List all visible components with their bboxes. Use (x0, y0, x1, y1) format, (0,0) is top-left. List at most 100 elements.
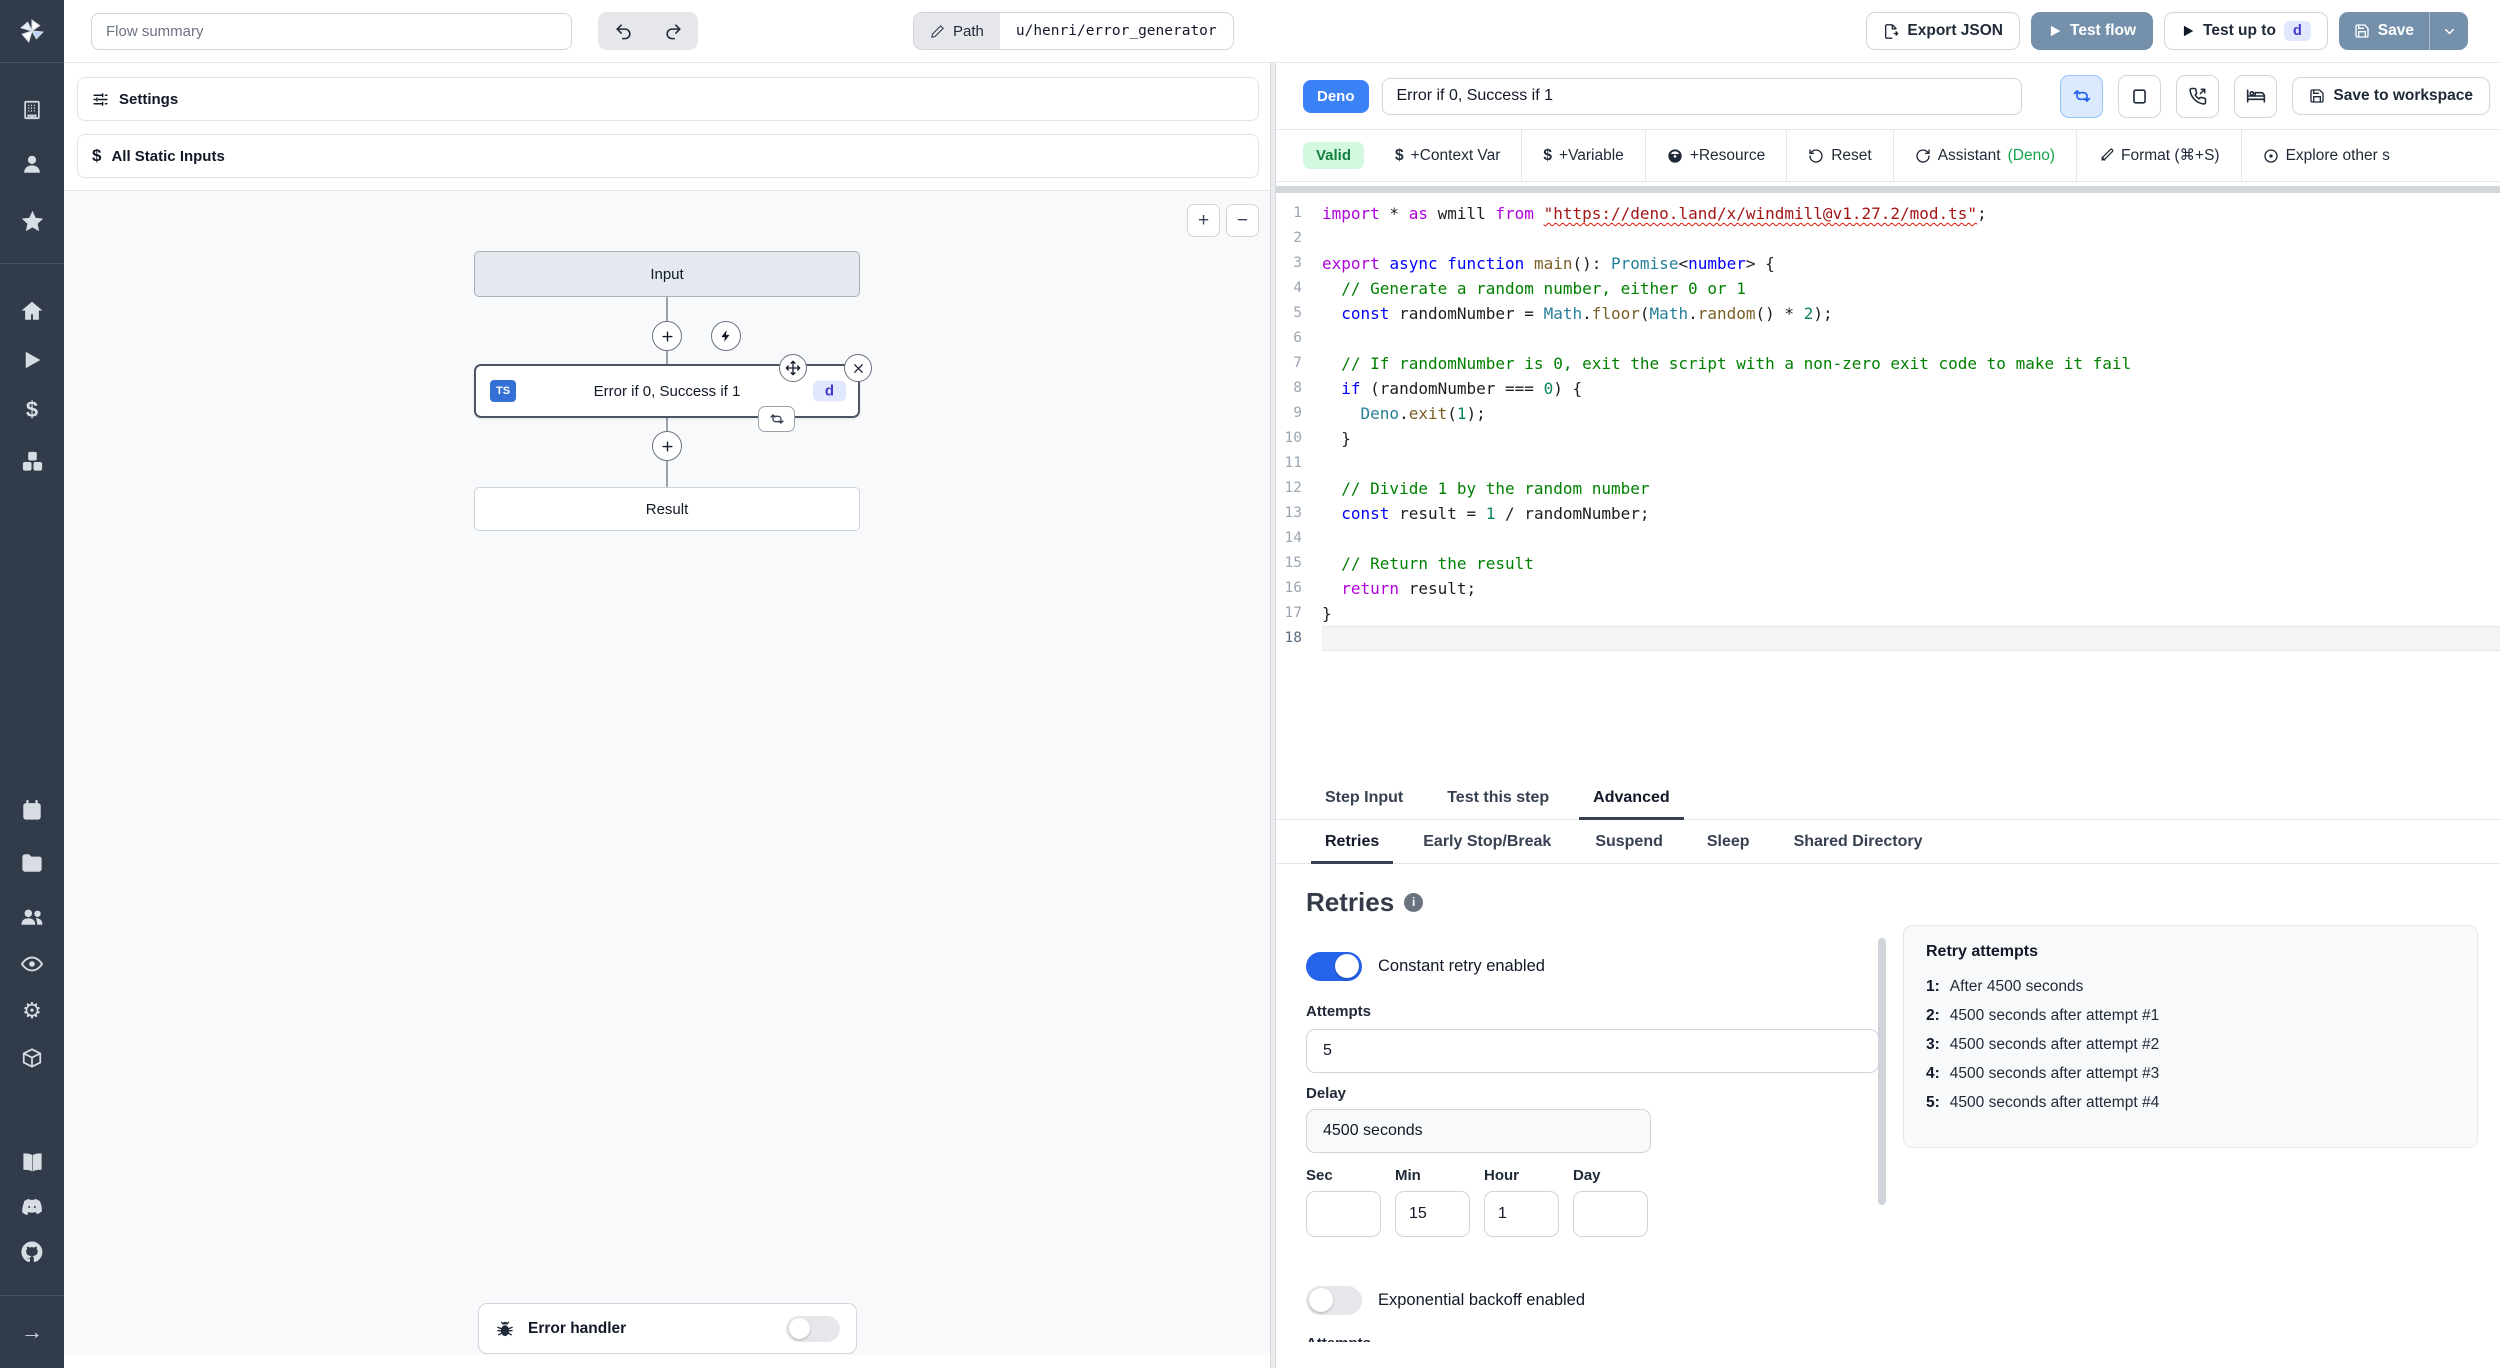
all-static-inputs-bar[interactable]: $ All Static Inputs (77, 134, 1259, 178)
code-line[interactable]: 11 (1276, 451, 2500, 476)
windmill-logo[interactable] (0, 11, 64, 51)
star-icon[interactable] (0, 201, 64, 241)
github-icon[interactable] (0, 1232, 64, 1272)
sidebar-divider (0, 62, 64, 63)
min-input[interactable] (1395, 1191, 1470, 1237)
code-line[interactable]: 17} (1276, 601, 2500, 626)
step-name-input[interactable] (1381, 77, 2022, 115)
arrow-right-icon[interactable]: → (0, 1312, 64, 1352)
export-json-button[interactable]: Export JSON (1866, 12, 2020, 50)
cubes-icon[interactable] (0, 441, 64, 481)
code-line[interactable]: 15 // Return the result (1276, 551, 2500, 576)
redo-button[interactable] (648, 12, 698, 50)
flow-canvas[interactable]: + − Input TS Error if 0, Success if 1 d … (64, 190, 1270, 1355)
delete-step-button[interactable] (844, 354, 872, 382)
tab-advanced[interactable]: Advanced (1571, 776, 1691, 820)
code-line[interactable]: 4 // Generate a random number, either 0 … (1276, 276, 2500, 301)
building-icon[interactable] (0, 90, 64, 130)
constant-retry-toggle[interactable] (1306, 951, 1362, 981)
tab-shared-directory[interactable]: Shared Directory (1772, 820, 1945, 863)
zoom-in-button[interactable]: + (1187, 204, 1220, 237)
delay-input[interactable] (1306, 1109, 1651, 1153)
line-number: 5 (1293, 305, 1302, 321)
sec-input[interactable] (1306, 1191, 1381, 1237)
users-icon[interactable] (0, 897, 64, 937)
editor-resize-handle[interactable] (1276, 186, 2500, 193)
code-line[interactable]: 14 (1276, 526, 2500, 551)
input-node[interactable]: Input (474, 251, 860, 297)
gear-icon[interactable]: ⚙ (0, 991, 64, 1031)
add-variable-button[interactable]: $ +Variable (1522, 130, 1644, 181)
sleep-button[interactable] (2234, 74, 2278, 118)
scrollbar-thumb[interactable] (1878, 938, 1886, 1205)
code-editor[interactable]: 1 import * as wmill from "https://deno.la… (1276, 193, 2500, 776)
insert-step-button[interactable] (652, 431, 682, 461)
tab-step-input[interactable]: Step Input (1303, 776, 1425, 819)
code-line[interactable]: 9 Deno.exit(1); (1276, 401, 2500, 426)
code-line[interactable]: 7 // If randomNumber is 0, exit the scri… (1276, 351, 2500, 376)
reset-button[interactable]: Reset (1787, 130, 1893, 181)
result-node[interactable]: Result (474, 487, 860, 531)
test-flow-button[interactable]: Test flow (2031, 12, 2154, 50)
retry-attempt-item: 3: 4500 seconds after attempt #2 (1926, 1036, 2160, 1053)
play-icon[interactable] (0, 340, 64, 380)
retry-indicator-badge[interactable] (758, 406, 795, 432)
move-step-button[interactable] (779, 354, 807, 382)
tab-suspend[interactable]: Suspend (1573, 820, 1685, 863)
save-button[interactable]: Save (2339, 12, 2429, 50)
code-line[interactable]: 18 (1276, 626, 2500, 651)
home-icon[interactable] (0, 291, 64, 331)
trigger-button[interactable] (711, 321, 741, 351)
code-line[interactable]: 2 (1276, 226, 2500, 251)
eye-icon[interactable] (0, 944, 64, 984)
flow-summary-input[interactable] (91, 12, 572, 50)
assistant-button[interactable]: Assistant (Deno) (1894, 130, 2076, 181)
day-input[interactable] (1573, 1191, 1648, 1237)
info-icon[interactable]: i (1404, 892, 1424, 912)
code-line[interactable]: 10 } (1276, 426, 2500, 451)
book-icon[interactable] (0, 1142, 64, 1182)
folder-icon[interactable] (0, 843, 64, 883)
format-button[interactable]: Format (⌘+S) (2077, 130, 2241, 181)
test-up-to-button[interactable]: Test up to d (2164, 12, 2328, 50)
exponential-backoff-toggle[interactable] (1306, 1285, 1362, 1315)
code-line[interactable]: 6 (1276, 326, 2500, 351)
zoom-out-button[interactable]: − (1226, 204, 1259, 237)
calendar-icon[interactable] (0, 790, 64, 830)
error-handler-bar[interactable]: Error handler (478, 1303, 857, 1354)
editor-toolbar: Valid $ +Context Var $ +Variable +Resour… (1276, 130, 2500, 182)
undo-button[interactable] (598, 12, 648, 50)
settings-bar[interactable]: Settings (77, 77, 1259, 121)
attempts-input[interactable] (1306, 1029, 1879, 1073)
tab-early-stop-break[interactable]: Early Stop/Break (1401, 820, 1573, 863)
add-context-var-button[interactable]: $ +Context Var (1374, 130, 1521, 181)
hour-input[interactable] (1484, 1191, 1559, 1237)
insert-step-button[interactable] (652, 321, 682, 351)
tab-sleep[interactable]: Sleep (1685, 820, 1772, 863)
save-to-workspace-button[interactable]: Save to workspace (2292, 77, 2490, 115)
save-dropdown-button[interactable] (2430, 12, 2468, 50)
code-line[interactable]: 1 import * as wmill from "https://deno.la… (1276, 201, 2500, 226)
discord-icon[interactable] (0, 1187, 64, 1227)
error-handler-toggle[interactable] (786, 1315, 840, 1342)
early-stop-button[interactable] (2118, 74, 2162, 118)
code-line[interactable]: 13 const result = 1 / randomNumber; (1276, 501, 2500, 526)
code-line[interactable]: 16 return result; (1276, 576, 2500, 601)
duration-inputs (1306, 1191, 1888, 1237)
user-icon[interactable] (0, 144, 64, 184)
code-line[interactable]: 3 export async function main(): Promise<n… (1276, 251, 2500, 276)
suspend-button[interactable] (2176, 74, 2220, 118)
package-icon[interactable] (0, 1038, 64, 1078)
code-line[interactable]: 5 const randomNumber = Math.floor(Math.r… (1276, 301, 2500, 326)
language-badge[interactable]: Deno (1303, 79, 1369, 113)
tab-retries[interactable]: Retries (1303, 820, 1401, 864)
retries-toggle-button[interactable] (2060, 74, 2104, 118)
explore-scripts-button[interactable]: Explore other s (2242, 130, 2411, 181)
code-line[interactable]: 8 if (randomNumber === 0) { (1276, 376, 2500, 401)
dollar-icon[interactable]: $ (0, 390, 64, 430)
line-number: 4 (1293, 280, 1302, 296)
add-resource-button[interactable]: +Resource (1646, 130, 1786, 181)
tab-test-this-step[interactable]: Test this step (1425, 776, 1571, 819)
path-button[interactable]: Path u/henri/error_generator (913, 12, 1234, 50)
code-line[interactable]: 12 // Divide 1 by the random number (1276, 476, 2500, 501)
